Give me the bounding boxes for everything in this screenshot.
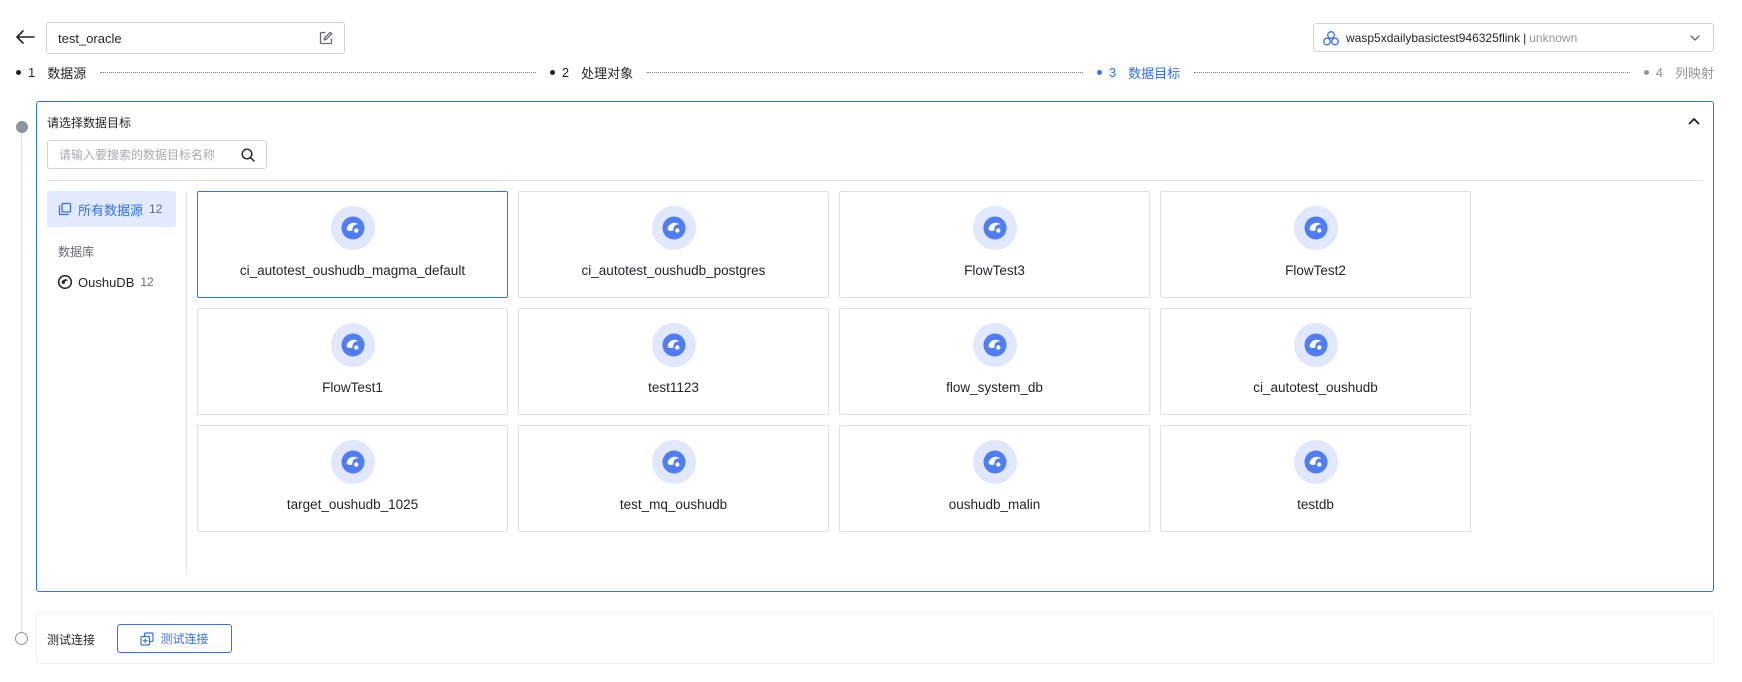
step-number: 4 (1655, 64, 1663, 80)
oushudb-logo-icon (651, 323, 696, 367)
workspace-status: unknown (1529, 30, 1578, 45)
oushudb-logo-icon (972, 323, 1017, 367)
step-1[interactable]: 1 数据源 (16, 63, 86, 82)
search-icon[interactable] (240, 147, 256, 163)
target-card[interactable]: ci_autotest_oushudb (1160, 308, 1471, 415)
workspace-icon (1323, 30, 1339, 45)
target-card[interactable]: test_mq_oushudb (518, 425, 829, 532)
category-all-sources[interactable]: 所有数据源 12 (47, 191, 176, 227)
step-indicator: 1 数据源 2 处理对象 3 数据目标 4 列映射 (16, 63, 1715, 82)
target-card-label: ci_autotest_oushudb (1253, 380, 1378, 395)
datasource-stack-icon (58, 202, 72, 216)
oushudb-logo-icon (651, 206, 696, 250)
target-card[interactable]: FlowTest1 (197, 308, 508, 415)
step-3[interactable]: 3 数据目标 (1096, 63, 1181, 82)
target-card-label: target_oushudb_1025 (286, 497, 419, 512)
oushudb-logo-icon (330, 440, 375, 484)
test-connection-button[interactable]: 测试连接 (117, 624, 232, 653)
step-label: 数据源 (47, 65, 87, 81)
timeline-line (21, 127, 22, 632)
target-card[interactable]: test1123 (518, 308, 829, 415)
back-arrow-icon[interactable] (14, 28, 36, 46)
step-dot (16, 69, 21, 75)
target-card[interactable]: flow_system_db (839, 308, 1150, 415)
oushudb-logo-icon (972, 206, 1017, 250)
test-connection-button-label: 测试连接 (160, 632, 209, 646)
timeline-dot-active (16, 121, 28, 133)
step-number: 1 (28, 64, 36, 80)
workspace-name: wasp5xdailybasictest946325flink (1346, 30, 1521, 45)
target-card-label: FlowTest1 (322, 380, 383, 395)
category-label: OushuDB (78, 274, 135, 290)
category-count: 12 (140, 275, 154, 289)
oushudb-icon (57, 274, 73, 290)
step-connector (1194, 71, 1630, 73)
step-label: 数据目标 (1128, 65, 1181, 81)
target-card-label: test_mq_oushudb (619, 497, 728, 512)
target-card[interactable]: ci_autotest_oushudb_magma_default (197, 191, 508, 298)
step-label: 列映射 (1675, 65, 1715, 81)
target-card[interactable]: ci_autotest_oushudb_postgres (518, 191, 829, 298)
step-number: 3 (1108, 64, 1117, 80)
target-card-label: testdb (1297, 497, 1334, 512)
target-card-label: ci_autotest_oushudb_postgres (581, 263, 766, 278)
oushudb-logo-icon (972, 440, 1017, 484)
oushudb-logo-icon (1293, 323, 1338, 367)
target-card[interactable]: testdb (1160, 425, 1471, 532)
chevron-up-icon[interactable] (1687, 114, 1701, 128)
target-card-label: test1123 (648, 380, 699, 395)
category-label: 所有数据源 (78, 202, 144, 218)
step-dot (1096, 69, 1102, 75)
oushudb-logo-icon (330, 323, 375, 367)
divider (47, 180, 1703, 181)
target-card-grid: ci_autotest_oushudb_magma_default ci_auto… (197, 191, 1472, 532)
step-connector (647, 71, 1083, 73)
panel-title: 请选择数据目标 (47, 116, 132, 130)
step-dot (1643, 69, 1649, 75)
category-oushudb[interactable]: OushuDB 12 (57, 272, 154, 292)
oushudb-logo-icon (651, 440, 696, 484)
step-2[interactable]: 2 处理对象 (549, 63, 634, 82)
category-count: 12 (149, 202, 163, 216)
timeline-dot-pending (15, 632, 28, 645)
oushudb-logo-icon (1293, 206, 1338, 250)
target-card-label: FlowTest3 (964, 263, 1025, 278)
target-card-label: ci_autotest_oushudb_magma_default (239, 263, 466, 278)
step-connector (100, 71, 536, 73)
test-connection-label: 测试连接 (47, 633, 96, 647)
target-card[interactable]: oushudb_malin (839, 425, 1150, 532)
task-name-text: test_oracle (58, 30, 122, 46)
task-name-field[interactable]: test_oracle (46, 22, 345, 54)
category-group-heading: 数据库 (58, 245, 95, 259)
step-label: 处理对象 (581, 65, 634, 81)
edit-icon[interactable] (318, 30, 334, 46)
target-card-label: oushudb_malin (948, 497, 1041, 512)
oushudb-logo-icon (330, 206, 375, 250)
target-card-label: FlowTest2 (1285, 263, 1346, 278)
oushudb-logo-icon (1293, 440, 1338, 484)
vertical-divider (186, 191, 187, 573)
test-connection-row: 测试连接 测试连接 (36, 612, 1714, 664)
workspace-separator: | (1523, 30, 1527, 45)
step-4[interactable]: 4 列映射 (1643, 63, 1715, 82)
target-select-panel: 请选择数据目标 所有数据源 12 数据库 OushuDB 12 ci_autot… (36, 101, 1714, 592)
workspace-select[interactable]: wasp5xdailybasictest946325flink | unknow… (1313, 23, 1714, 52)
step-dot (549, 69, 555, 75)
target-card[interactable]: target_oushudb_1025 (197, 425, 508, 532)
chevron-down-icon (1690, 34, 1700, 41)
search-input[interactable] (59, 147, 240, 162)
step-number: 2 (561, 64, 570, 80)
target-card-label: flow_system_db (946, 380, 1043, 395)
target-search[interactable] (47, 140, 267, 169)
copy-icon (140, 631, 155, 646)
target-card[interactable]: FlowTest3 (839, 191, 1150, 298)
target-card[interactable]: FlowTest2 (1160, 191, 1471, 298)
